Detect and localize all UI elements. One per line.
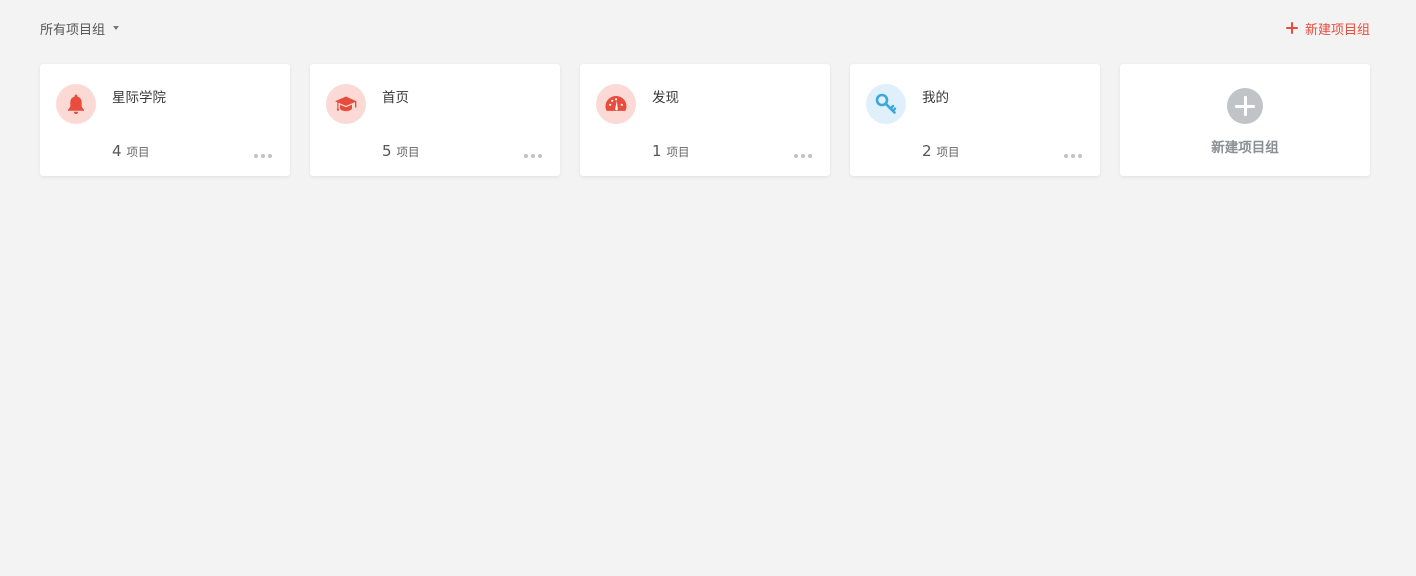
group-name: 我的: [922, 90, 949, 106]
new-group-card[interactable]: 新建项目组: [1120, 64, 1370, 176]
group-name: 星际学院: [112, 90, 166, 106]
dashboard-icon: [596, 84, 636, 124]
plus-icon: [1285, 22, 1298, 34]
bell-icon: [56, 84, 96, 124]
group-card[interactable]: 星际学院 4 项目: [40, 64, 290, 176]
project-count-unit: 项目: [396, 145, 420, 159]
project-count-number: 2: [922, 142, 932, 160]
new-group-label: 新建项目组: [1304, 22, 1370, 38]
new-group-card-label: 新建项目组: [1211, 140, 1279, 156]
group-name: 发现: [652, 90, 679, 106]
group-cards: 星际学院 4 项目 首页 5 项目 发现 1 项目 我的 2 项目 新建项目组: [40, 64, 1370, 176]
graduation-cap-icon: [326, 84, 366, 124]
project-count-unit: 项目: [126, 145, 150, 159]
caret-down-icon: [113, 26, 120, 30]
project-count-unit: 项目: [936, 145, 960, 159]
more-options-icon[interactable]: [794, 152, 812, 160]
project-count-unit: 项目: [666, 145, 690, 159]
group-card[interactable]: 首页 5 项目: [310, 64, 560, 176]
group-filter-dropdown[interactable]: 所有项目组: [40, 19, 120, 38]
top-bar: 所有项目组 新建项目组: [40, 18, 1370, 38]
plus-circle-icon: [1227, 88, 1263, 124]
project-count: 5 项目: [382, 142, 420, 160]
more-options-icon[interactable]: [1064, 152, 1082, 160]
project-count-number: 5: [382, 142, 392, 160]
project-count: 1 项目: [652, 142, 690, 160]
key-icon: [866, 84, 906, 124]
group-card[interactable]: 我的 2 项目: [850, 64, 1100, 176]
group-filter-label: 所有项目组: [40, 22, 106, 38]
more-options-icon[interactable]: [524, 152, 542, 160]
project-count: 4 项目: [112, 142, 150, 160]
project-count-number: 1: [652, 142, 662, 160]
more-options-icon[interactable]: [254, 152, 272, 160]
project-count: 2 项目: [922, 142, 960, 160]
group-card[interactable]: 发现 1 项目: [580, 64, 830, 176]
new-group-button[interactable]: 新建项目组: [1285, 19, 1370, 38]
group-name: 首页: [382, 90, 409, 106]
project-count-number: 4: [112, 142, 122, 160]
